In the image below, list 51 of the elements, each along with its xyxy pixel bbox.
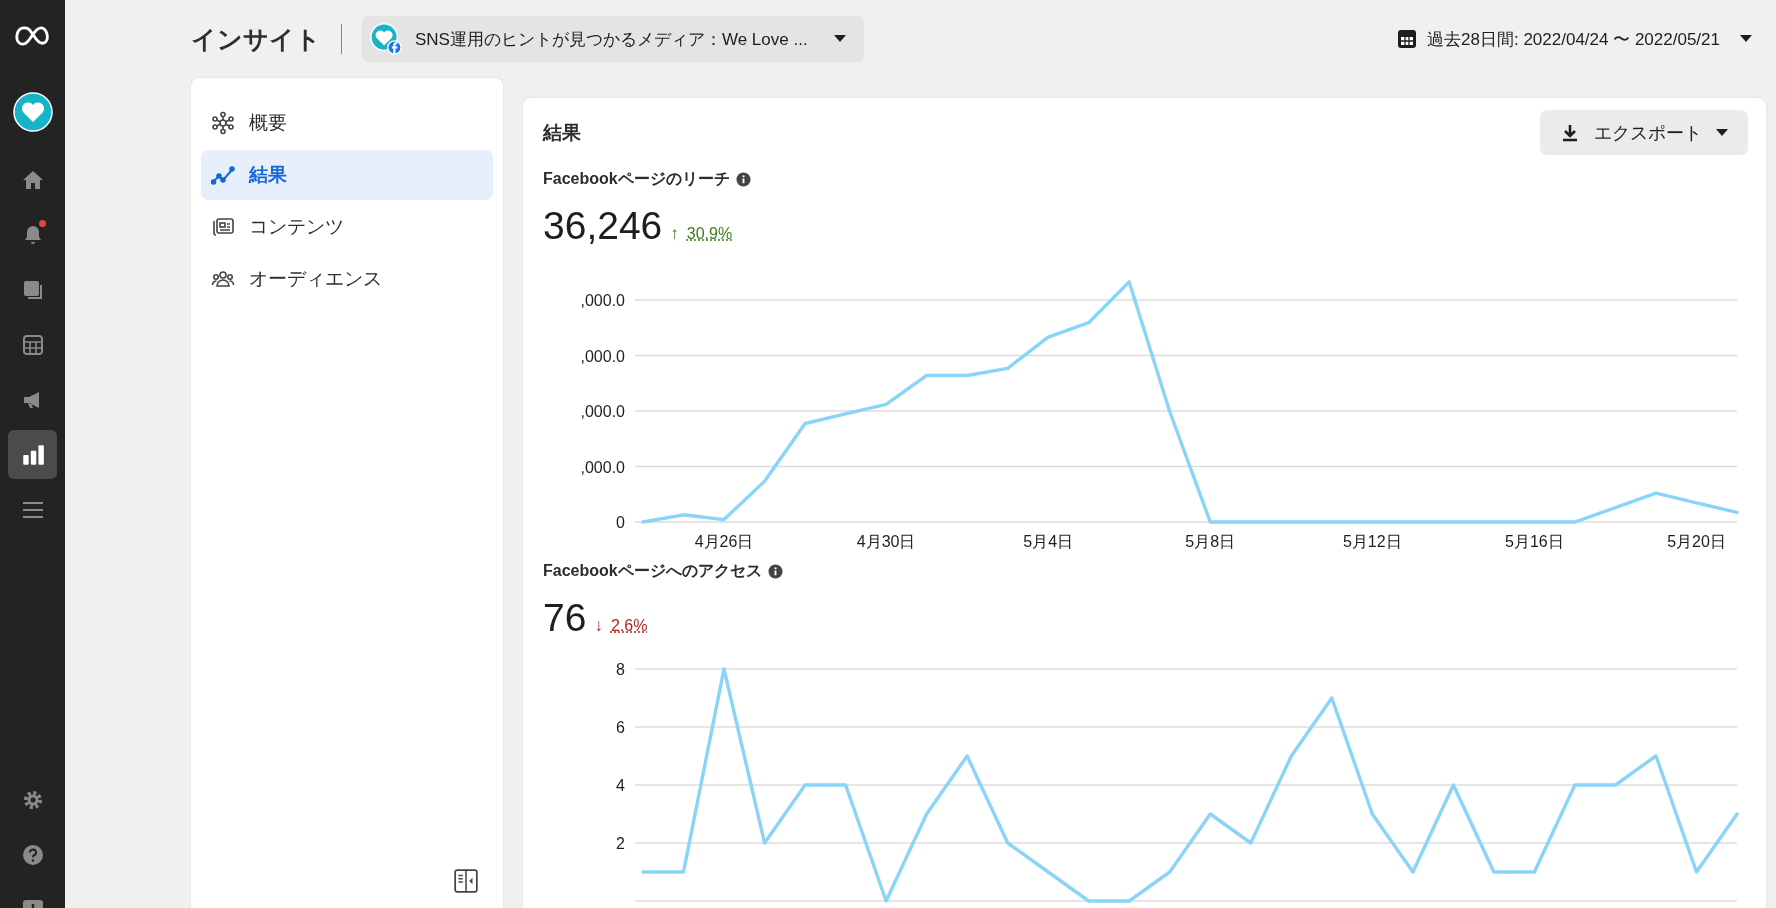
nav-item[interactable]: コンテンツ — [201, 202, 493, 252]
metric-value: 76 — [543, 596, 587, 640]
id-card-icon — [211, 215, 235, 239]
download-icon — [1560, 122, 1580, 143]
info-icon[interactable] — [767, 564, 783, 579]
y-axis-label: 0 — [616, 514, 625, 531]
y-axis-label: ,000.0 — [580, 403, 625, 420]
date-range-picker[interactable]: 過去28日間: 2022/04/24 〜 2022/05/21 — [1391, 26, 1758, 52]
y-axis-label: ,000.0 — [580, 292, 625, 309]
trend-arrow: ↑ — [670, 224, 679, 244]
caret-icon — [1716, 128, 1728, 137]
y-axis-label: 4 — [616, 777, 625, 794]
info-icon[interactable] — [735, 172, 751, 187]
trend-line-icon — [211, 163, 235, 187]
x-axis-label: 5月8日 — [1185, 533, 1236, 550]
y-axis-label: 6 — [616, 719, 625, 736]
collapse-panel-icon[interactable] — [453, 868, 479, 894]
y-axis-label: ,000.0 — [580, 347, 625, 365]
section-heading: 結果 — [543, 120, 581, 145]
page-selector[interactable]: SNS運用のヒントが見つかるメディア：We Love ... — [362, 16, 864, 62]
y-axis-label: 8 — [616, 661, 625, 678]
heart-avatar-icon[interactable] — [12, 92, 53, 132]
metric-title: Facebookページのリーチ — [543, 169, 730, 189]
network-icon — [211, 111, 235, 135]
caret-icon — [1740, 35, 1752, 43]
x-axis-label: 5月20日 — [1667, 533, 1726, 550]
notification-dot — [39, 220, 46, 227]
export-button[interactable]: エクスポート — [1540, 110, 1748, 155]
page-avatar-icon — [369, 22, 403, 56]
calendar-icon — [1397, 29, 1418, 49]
nav-item[interactable]: 概要 — [201, 98, 493, 148]
x-axis-label: 4月26日 — [694, 533, 754, 550]
metric-value: 36,246 — [543, 204, 663, 248]
infinity-logo-icon[interactable] — [14, 26, 51, 46]
nav-item[interactable]: 結果 — [201, 150, 493, 200]
table-icon — [20, 332, 45, 357]
caret-icon — [833, 35, 846, 43]
rail-nav-button[interactable] — [8, 430, 57, 479]
x-axis-label: 5月16日 — [1505, 533, 1564, 550]
x-axis-label: 5月12日 — [1343, 533, 1402, 550]
change-percentage: 30.9% — [686, 225, 733, 243]
nav-item[interactable]: オーディエンス — [201, 254, 493, 304]
help-icon — [20, 842, 45, 867]
page-title: インサイト — [191, 23, 321, 55]
x-axis-label: 4月30日 — [856, 533, 916, 550]
y-axis-label: ,000.0 — [580, 458, 625, 476]
y-axis-label: 2 — [616, 835, 625, 852]
metric-title: Facebookページへのアクセス — [543, 561, 762, 581]
trend-arrow: ↓ — [594, 616, 603, 636]
change-percentage: 2.6% — [610, 617, 648, 635]
x-axis-label: 5月4日 — [1023, 533, 1074, 550]
